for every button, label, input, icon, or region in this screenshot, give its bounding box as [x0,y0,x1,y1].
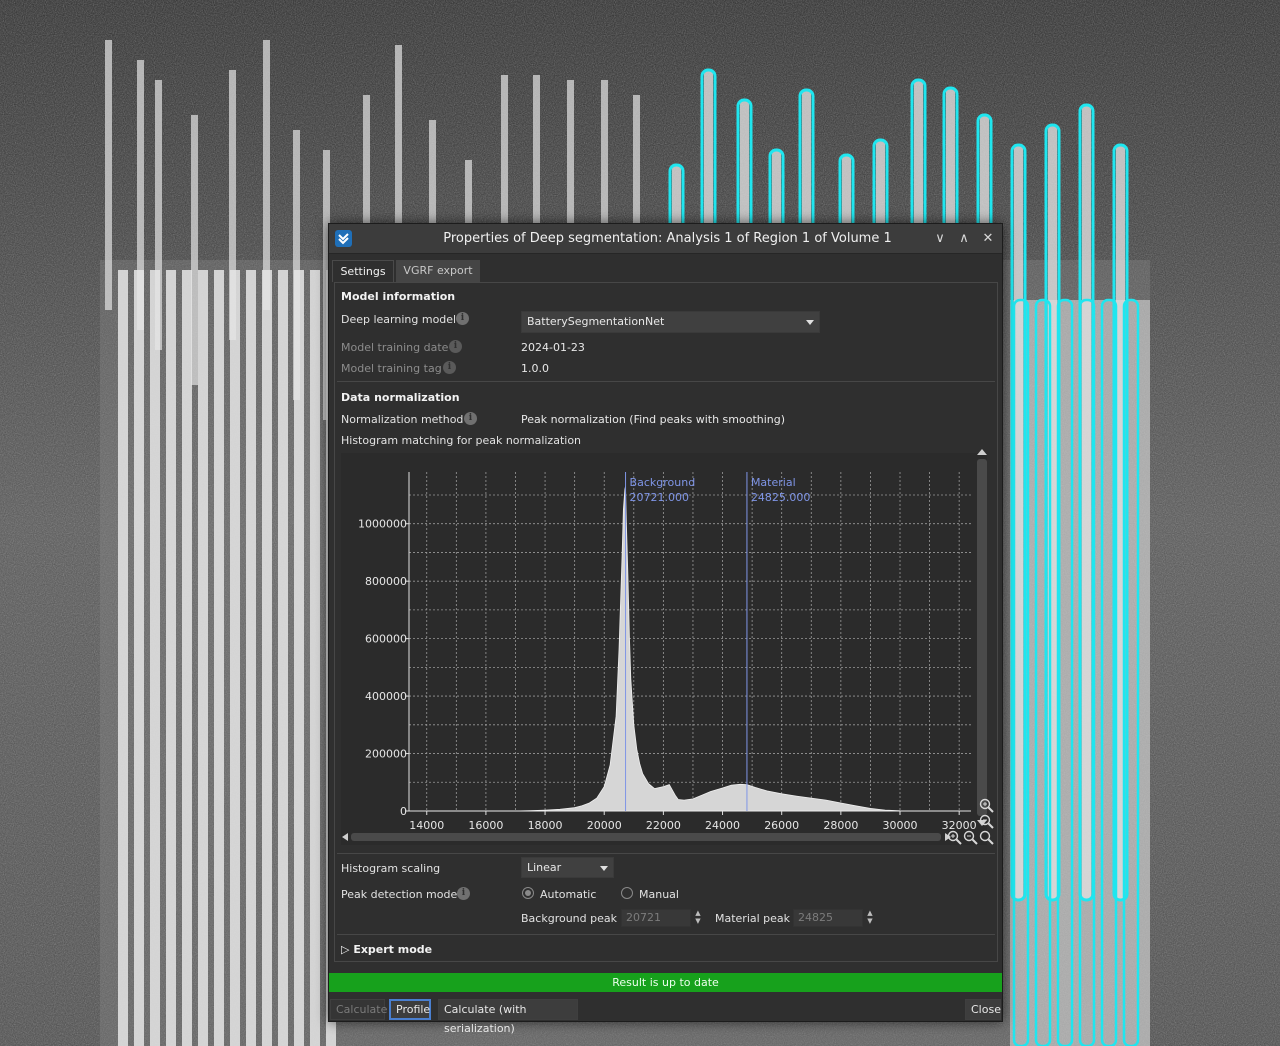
background-peak-stepper[interactable]: ▲ ▼ [693,909,703,927]
histogram-scaling-value: Linear [527,861,562,874]
info-icon[interactable]: i [456,312,469,325]
electrode-strip [214,270,224,1046]
scrollbar-thumb[interactable] [977,459,987,816]
electrode-strip [230,270,240,1046]
model-training-date-label: Model training date [341,341,449,354]
info-icon[interactable]: i [457,887,470,900]
properties-dialog: Properties of Deep segmentation: Analysi… [328,223,1003,1035]
electrode-strip [294,270,304,1046]
zoom-in-icon[interactable] [947,830,963,846]
manual-label[interactable]: Manual [639,888,679,901]
histogram-vertical-scrollbar[interactable] [973,448,991,828]
model-training-tag-value: 1.0.0 [521,362,549,375]
minimize-icon[interactable]: ∨ [931,230,949,248]
histogram-horizontal-scrollbar[interactable] [341,831,953,843]
deep-learning-model-select[interactable]: BatterySegmentationNet [521,311,820,333]
info-icon[interactable]: i [464,412,477,425]
y-tick-label: 1000000 [358,518,407,531]
zoom-reset-icon[interactable] [979,830,995,846]
window-title: Properties of Deep segmentation: Analysi… [443,231,892,246]
zoom-out-icon[interactable] [963,830,979,846]
profile-button[interactable]: Profile [389,999,431,1020]
electrode-strip [191,115,198,385]
y-tick-label: 600000 [365,633,407,646]
y-tick-label: 800000 [365,575,407,588]
electrode-strip [118,270,128,1046]
title-bar[interactable]: Properties of Deep segmentation: Analysi… [329,224,1002,254]
material-peak-label: Material peak [715,912,791,925]
deep-learning-model-value: BatterySegmentationNet [527,315,665,328]
histogram-chart[interactable]: 14000 16000 18000 20000 22000 24000 26000 28000… [341,453,987,845]
peak-marker-name: Material [751,476,796,489]
scroll-up-icon[interactable] [977,449,987,455]
scrollbar-thumb[interactable] [351,833,941,841]
normalization-method-label: Normalization method [341,413,464,426]
electrode-strip [198,270,208,1046]
zoom-in-icon[interactable] [979,798,995,814]
y-tick-label: 400000 [365,690,407,703]
electrode-strip [246,270,256,1046]
close-button[interactable]: Close [965,999,1001,1020]
info-icon[interactable]: i [443,361,456,374]
chevron-down-icon [806,320,814,325]
histogram-scaling-label: Histogram scaling [341,862,441,875]
electrode-strip [105,40,112,310]
electrode-strip [134,270,144,1046]
chevron-down-icon [600,866,608,871]
expert-mode-expander[interactable]: ▷ Expert mode [341,943,432,956]
automatic-label[interactable]: Automatic [540,888,596,901]
histogram-scaling-select[interactable]: Linear [521,857,614,878]
electrode-strip [166,270,176,1046]
electrode-strip [150,270,160,1046]
model-training-tag-label: Model training tag [341,362,442,375]
material-peak-input[interactable]: 24825 [793,909,863,927]
close-icon[interactable]: ✕ [979,230,997,248]
background-peak-input[interactable]: 20721 [621,909,691,927]
section-divider [337,934,995,935]
tab-vgrf-export[interactable]: VGRF export [396,260,480,282]
calculate-button[interactable]: Calculate [330,999,387,1020]
material-peak-stepper[interactable]: ▲ ▼ [865,909,875,927]
y-tick-label: 200000 [365,748,407,761]
automatic-radio[interactable] [522,887,534,899]
peak-marker-name: Background [630,476,696,489]
histogram-matching-label: Histogram matching for peak normalizatio… [341,434,582,447]
calculate-with-serialization-button[interactable]: Calculate (with serialization) [438,999,578,1035]
y-tick-label: 0 [400,805,407,818]
normalization-method-value: Peak normalization (Find peaks with smoo… [521,413,786,426]
background-peak-label: Background peak [521,912,617,925]
deep-learning-model-label: Deep learning model [341,313,457,326]
manual-radio[interactable] [621,887,633,899]
settings-panel: Model information Deep learning model i … [334,282,998,962]
expert-mode-label: Expert mode [353,943,433,956]
electrode-strip [182,270,192,1046]
status-bar: Result is up to date [329,973,1002,992]
electrode-strip [263,40,270,310]
model-information-heading: Model information [341,290,456,303]
info-icon[interactable]: i [449,340,462,353]
electrode-strip [310,270,320,1046]
peak-marker-value: 20721.000 [630,491,690,504]
electrode-strip [262,270,272,1046]
scroll-left-icon[interactable] [342,833,348,841]
section-divider [337,381,995,382]
maximize-icon[interactable]: ∧ [955,230,973,248]
section-divider [337,853,995,854]
electrode-strip [278,270,288,1046]
model-training-date-value: 2024-01-23 [521,341,585,354]
peak-detection-mode-label: Peak detection mode [341,888,458,901]
peak-marker-value: 24825.000 [751,491,811,504]
data-normalization-heading: Data normalization [341,391,460,404]
tab-settings[interactable]: Settings [332,260,394,282]
chevron-right-icon: ▷ [341,943,350,956]
zoom-out-icon[interactable] [979,814,995,830]
